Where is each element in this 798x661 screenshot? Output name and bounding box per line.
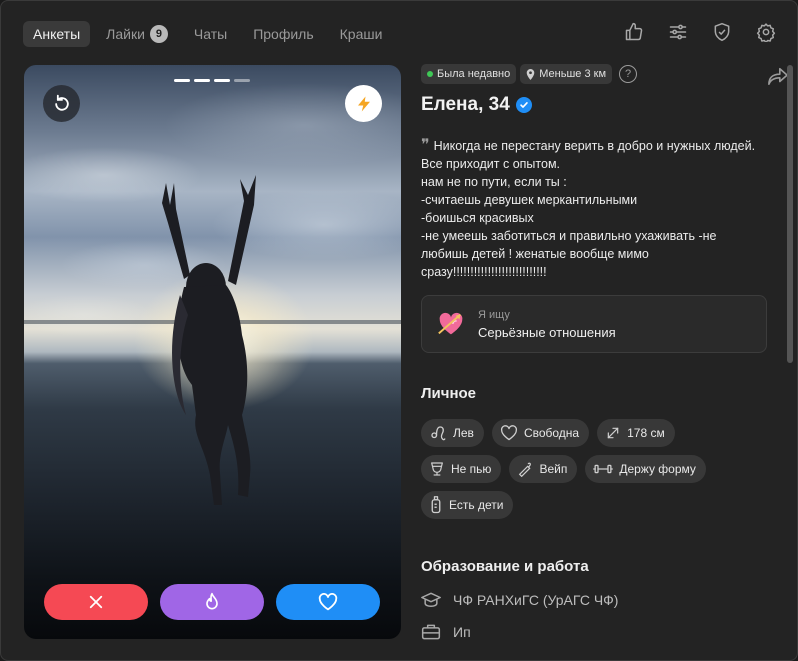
top-nav: Анкеты Лайки 9 Чаты Профиль Краши [23,21,398,47]
tab-label: Краши [339,26,383,42]
tab-chats[interactable]: Чаты [184,21,237,47]
personal-section-title: Личное [421,385,477,402]
graduation-cap-icon [421,592,441,607]
rewind-button[interactable] [43,85,80,122]
dumbbell-icon [593,464,614,474]
education-section-title: Образование и работа [421,558,589,575]
profile-bio: ❞ Никогда не перестану верить в добро и н… [421,136,767,281]
tab-ankety[interactable]: Анкеты [23,21,91,47]
boost-button[interactable] [345,85,382,122]
app-window: Анкеты Лайки 9 Чаты Профиль Краши Была н… [0,0,798,661]
heart-icon [318,593,338,611]
rewind-icon [54,94,69,111]
status-text: Была недавно [437,68,511,80]
pagination-dot[interactable] [234,79,250,82]
top-toolbar [623,21,777,43]
looking-for-label: Я ищу [478,308,510,321]
work-text: Ип [453,624,471,640]
glass-icon [431,462,443,476]
heart-outline-icon [500,425,517,441]
tag-label: Свободна [523,426,580,440]
pagination-dot[interactable] [214,79,230,82]
like-button[interactable] [276,584,380,620]
tag-label: Лев [453,426,474,440]
location-pin-icon [526,68,535,80]
education-text: ЧФ РАНХиГС (УрАГС ЧФ) [453,592,619,608]
heart-arrow-icon [438,312,463,335]
gear-icon[interactable] [755,21,777,43]
looking-for-value: Серьёзные отношения [478,324,616,340]
verified-icon [515,97,532,113]
tag-fitness: Держу форму [585,455,706,483]
photo-pagination [174,79,250,82]
quote-icon: ❞ [421,135,430,154]
help-button[interactable]: ? [619,65,638,83]
tab-likes[interactable]: Лайки 9 [96,21,178,47]
status-row: Была недавно Меньше 3 км ? [421,64,767,84]
tag-drinking: Не пью [421,455,502,483]
tag-label: Не пью [451,462,492,476]
vape-icon [519,462,532,477]
thumbs-up-icon[interactable] [623,21,645,43]
pagination-dot[interactable] [174,79,190,82]
swipe-actions [44,584,380,620]
distance-chip: Меньше 3 км [520,64,613,84]
name-row: Елена, 34 [421,94,767,116]
online-status-chip: Была недавно [421,64,517,84]
super-like-button[interactable] [160,584,264,620]
online-dot [427,71,433,77]
distance-text: Меньше 3 км [539,68,607,80]
tab-label: Чаты [193,26,228,42]
shield-check-icon[interactable] [711,21,733,43]
briefcase-icon [421,624,441,640]
tab-label: Лайки [106,26,145,42]
education-item: ЧФ РАНХиГС (УрАГС ЧФ) [421,591,767,609]
close-icon [89,595,103,609]
person-silhouette [162,175,256,505]
tag-zodiac: Лев [421,419,484,447]
pagination-dot[interactable] [194,79,210,82]
leo-icon [431,426,446,441]
tab-profile[interactable]: Профиль [243,21,323,47]
personal-tags: Лев Свободна 178 см Не пью Вейп Держу фо… [421,419,751,519]
sliders-icon[interactable] [667,21,689,43]
skip-button[interactable] [44,584,148,620]
profile-info: Была недавно Меньше 3 км ? Елена, 34 ❞ Ни… [421,64,788,641]
flame-icon [206,592,218,610]
tab-crushes[interactable]: Краши [330,21,393,47]
tag-label: Вейп [539,462,568,476]
tag-label: Держу форму [619,462,696,476]
profile-name: Елена, 34 [421,94,510,115]
lightning-icon [357,96,370,111]
baby-bottle-icon [431,496,441,514]
profile-photo[interactable] [24,65,401,639]
looking-for-card: Я ищу Серьёзные отношения [421,295,767,353]
tag-height: 178 см [597,419,675,447]
scrollbar[interactable] [787,65,793,363]
tag-children: Есть дети [421,491,514,519]
tag-label: 178 см [627,426,665,440]
tag-smoking: Вейп [509,455,578,483]
tab-label: Профиль [253,26,314,42]
height-icon [607,427,619,439]
bio-text: Никогда не перестану верить в добро и ну… [421,139,756,279]
tag-relationship: Свободна [491,419,590,447]
tag-label: Есть дети [449,498,504,512]
share-icon[interactable] [767,66,789,88]
work-item: Ип [421,623,767,641]
tab-label: Анкеты [33,26,81,42]
likes-count-badge: 9 [149,25,168,43]
